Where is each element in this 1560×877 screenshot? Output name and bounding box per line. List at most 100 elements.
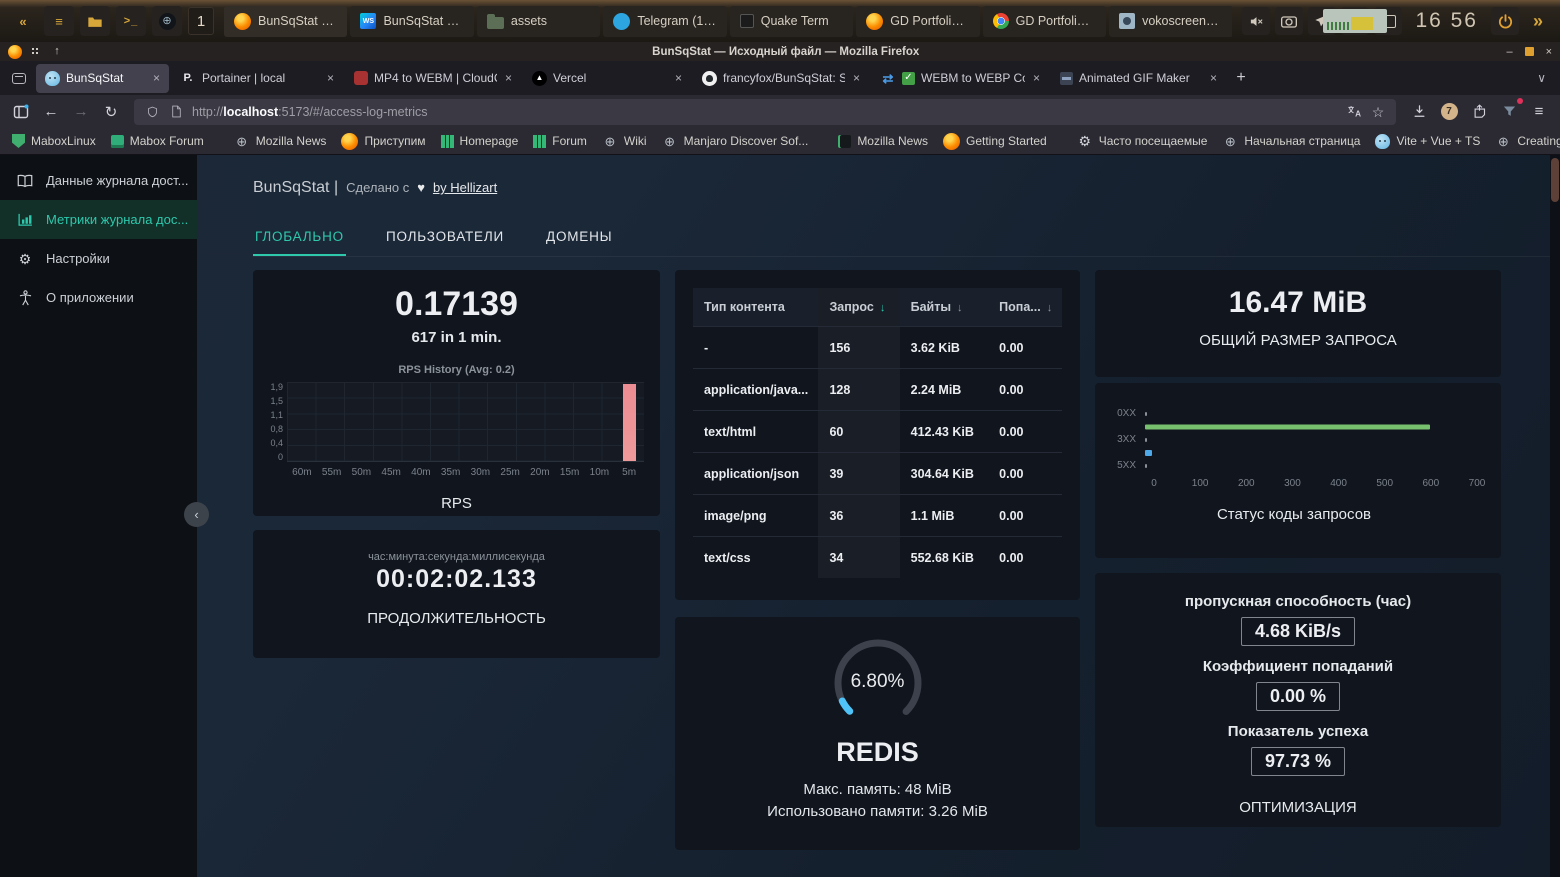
taskbar-window-button[interactable]: WSBunSqStat – REA... [350, 6, 473, 37]
firefox-icon [8, 45, 22, 59]
tray-overflow-button[interactable]: » [1524, 7, 1552, 35]
browser-tab[interactable]: BunSqStat× [36, 64, 169, 93]
back-button[interactable]: ← [38, 99, 64, 125]
browser-tab[interactable]: ▲Vercel× [523, 64, 691, 93]
bookmark-item[interactable]: ⊕Начальная страница [1222, 133, 1360, 149]
panel-overflow-button[interactable]: « [8, 6, 38, 36]
new-tab-button[interactable]: + [1228, 69, 1254, 87]
power-button[interactable] [1491, 7, 1519, 35]
taskbar-window-button[interactable]: GD Portfolio | G... [983, 6, 1106, 37]
sidebar-item[interactable]: Данные журнала дост... [0, 161, 197, 200]
sidebar-collapse-button[interactable]: ‹ [184, 502, 209, 527]
account-badge[interactable]: 7 [1436, 99, 1462, 125]
tab-close-icon[interactable]: × [503, 71, 512, 85]
bookmark-item[interactable]: MaboxLinux [12, 134, 96, 148]
speaker-muted-tray-button[interactable] [1242, 7, 1270, 35]
redis-gauge: 6.80% [823, 631, 933, 735]
bookmark-item[interactable]: ⊕Mozilla News [234, 133, 327, 149]
sidebar-toggle-icon[interactable] [8, 99, 34, 125]
bookmark-item[interactable]: ⊕Creating End-to-End ... [1495, 133, 1560, 149]
app-tab[interactable]: ГЛОБАЛЬНО [253, 220, 346, 256]
close-button[interactable]: × [1546, 46, 1552, 58]
bookmark-item[interactable]: Getting Started [943, 133, 1047, 150]
bookmark-item[interactable]: ⚙Часто посещаемые [1077, 133, 1208, 149]
camera-tray-button[interactable] [1275, 7, 1303, 35]
extension-funnel-icon[interactable] [1496, 99, 1522, 125]
taskbar-window-button[interactable]: Telegram (1458) [603, 6, 726, 37]
bookmark-item[interactable]: Приступим [341, 133, 425, 150]
status-bar-track [1145, 407, 1477, 420]
maximize-button[interactable] [1525, 47, 1534, 56]
tab-close-icon[interactable]: × [151, 71, 160, 85]
reload-button[interactable]: ↻ [98, 99, 124, 125]
browser-tab[interactable]: P.Portainer | local× [171, 64, 343, 93]
app-menu-icon[interactable]: ≡ [1526, 99, 1552, 125]
table-header-cell[interactable]: Попа...↓ [988, 288, 1062, 327]
bookmark-item[interactable]: ⊕Manjaro Discover Sof... [662, 133, 809, 149]
bookmark-label: Getting Started [966, 134, 1047, 148]
globe-dark-button[interactable]: ⊕ [152, 6, 182, 36]
browser-tab[interactable]: francyfox/BunSqStat: SqSt× [693, 64, 869, 93]
scrollbar-thumb[interactable] [1551, 158, 1559, 202]
hamburger-button[interactable]: ≡ [44, 6, 74, 36]
navigation-toolbar: ← → ↻ http://localhost:5173/#/access-log… [0, 95, 1560, 128]
page-scrollbar[interactable] [1550, 155, 1560, 877]
tab-close-icon[interactable]: × [1031, 71, 1040, 85]
workspace-indicator[interactable]: 1 [188, 7, 214, 35]
table-header-cell[interactable]: Байты↓ [900, 288, 989, 327]
sidebar-item[interactable]: О приложении [0, 278, 197, 317]
mini-graph-tray-button[interactable] [1341, 7, 1369, 35]
translate-icon[interactable]: A [1346, 104, 1362, 120]
system-taskbar: «≡ >_⊕ 1 BunSqStat — Ис...WSBunSqStat – R… [0, 0, 1560, 42]
taskbar-window-button[interactable]: vokoscreenNG 4... [1109, 6, 1232, 37]
taskbar-window-button[interactable]: GD Portfolio | G... [856, 6, 979, 37]
bookmark-item[interactable]: Mozilla News [838, 134, 928, 148]
app-title: BunSqStat | [253, 179, 338, 197]
bookmark-label: Vite + Vue + TS [1396, 134, 1480, 148]
browser-tab[interactable]: MP4 to WEBM | CloudConv× [345, 64, 521, 93]
app-tabs: ГЛОБАЛЬНО ПОЛЬЗОВАТЕЛИ ДОМЕНЫ [253, 220, 1560, 257]
tab-close-icon[interactable]: × [1208, 71, 1217, 85]
tab-close-icon[interactable]: × [325, 71, 334, 85]
browser-tab[interactable]: Animated GIF Maker× [1051, 64, 1226, 93]
table-cell: 3.62 KiB [900, 327, 989, 369]
browser-tab[interactable]: ⇄✓WEBM to WEBP Convert× [871, 64, 1049, 93]
bookmark-item[interactable]: Forum [533, 134, 587, 148]
taskbar-window-button[interactable]: Quake Term [730, 6, 853, 37]
bookmark-item[interactable]: ⊕Wiki [602, 133, 647, 149]
app-tab[interactable]: ДОМЕНЫ [544, 220, 614, 256]
status-codes-card: 0XX3XX5XX 0100200300400500600700 Статус … [1095, 383, 1501, 558]
sidebar-item[interactable]: Метрики журнала дос... [0, 200, 197, 239]
table-header-label: Байты [911, 300, 951, 314]
author-link[interactable]: by Hellizart [433, 180, 497, 195]
window-title: BunSqStat — Исходный файл — Mozilla Fire… [75, 46, 1496, 58]
bookmark-label: Wiki [624, 134, 647, 148]
downloads-icon[interactable] [1406, 99, 1432, 125]
tab-close-icon[interactable]: × [851, 71, 860, 85]
taskbar-window-button[interactable]: BunSqStat — Ис... [224, 6, 347, 37]
url-text[interactable]: http://localhost:5173/#/access-log-metri… [192, 105, 1338, 119]
bookmark-item[interactable]: Vite + Vue + TS [1375, 134, 1480, 149]
bookmark-item[interactable]: Homepage [441, 134, 519, 148]
sidebar-item[interactable]: ⚙Настройки [0, 239, 197, 278]
bookmark-item[interactable]: Mabox Forum [111, 134, 204, 148]
page-info-icon[interactable] [168, 104, 184, 120]
table-cell: 156 [818, 327, 899, 369]
taskbar-window-button[interactable]: assets [477, 6, 600, 37]
tabs-overflow-button[interactable]: ∨ [1529, 71, 1554, 85]
app-tab[interactable]: ПОЛЬЗОВАТЕЛИ [384, 220, 506, 256]
book-icon [17, 173, 33, 189]
table-header-cell[interactable]: Запрос↓ [818, 288, 899, 327]
tab-close-icon[interactable]: × [673, 71, 682, 85]
url-bar[interactable]: http://localhost:5173/#/access-log-metri… [134, 99, 1396, 125]
minimize-button[interactable]: – [1506, 46, 1512, 58]
tab-title: Portainer | local [202, 71, 319, 85]
terminal-button[interactable]: >_ [116, 6, 146, 36]
send-page-icon[interactable] [1466, 99, 1492, 125]
folder-gold-button[interactable] [80, 6, 110, 36]
status-bar [1145, 464, 1147, 468]
forward-button[interactable]: → [68, 99, 94, 125]
bookmark-star-icon[interactable]: ☆ [1370, 104, 1386, 120]
shield-icon[interactable] [144, 104, 160, 120]
tab-list-button[interactable] [6, 66, 32, 90]
